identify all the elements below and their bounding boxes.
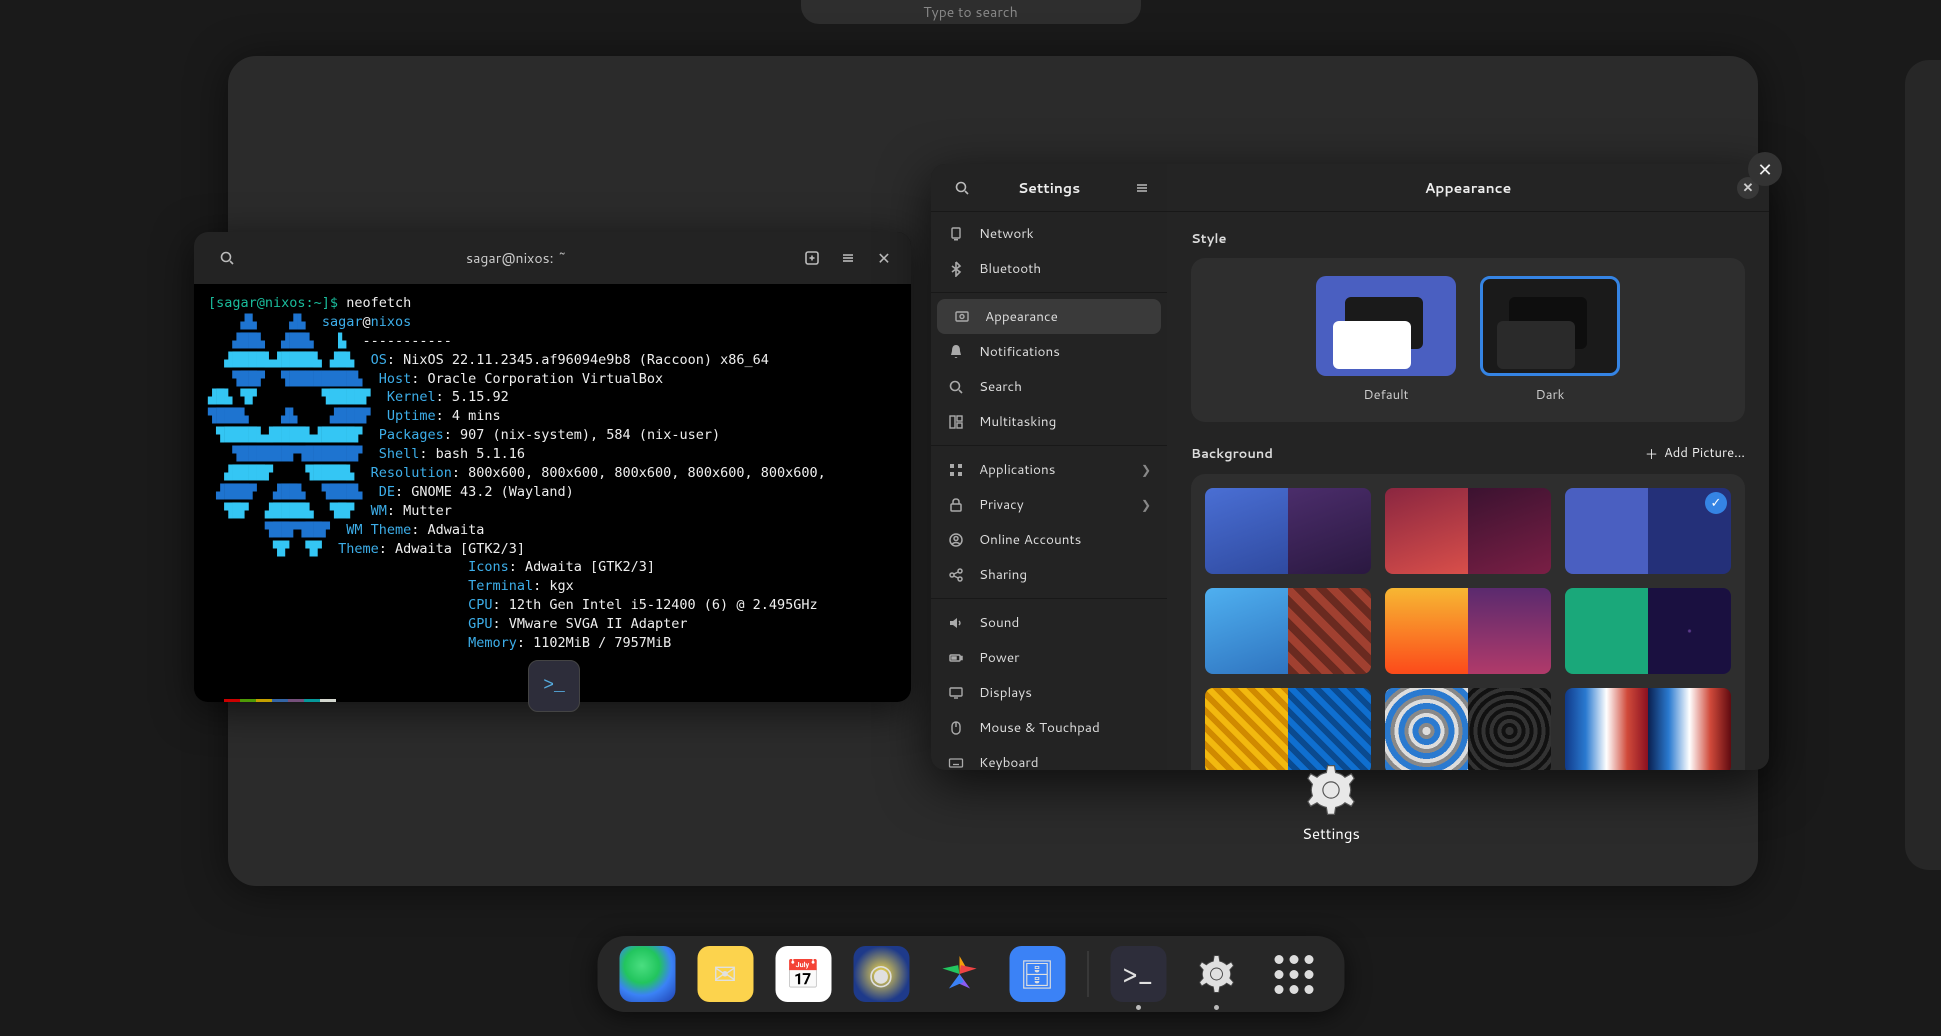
sidebar-item-online-accounts[interactable]: Online Accounts bbox=[931, 522, 1167, 557]
background-tile-8[interactable] bbox=[1565, 688, 1731, 770]
background-tile-1[interactable] bbox=[1385, 488, 1551, 574]
mouse-icon bbox=[947, 719, 965, 737]
settings-window[interactable]: Settings NetworkBluetoothAppearanceNotif… bbox=[931, 164, 1769, 770]
sidebar-item-multitasking[interactable]: Multitasking bbox=[931, 404, 1167, 439]
sidebar-item-privacy[interactable]: Privacy❯ bbox=[931, 487, 1167, 522]
chevron-right-icon: ❯ bbox=[1141, 461, 1151, 478]
dock-photos[interactable] bbox=[931, 946, 987, 1002]
sidebar-item-applications[interactable]: Applications❯ bbox=[931, 452, 1167, 487]
dock-show-apps[interactable] bbox=[1266, 946, 1322, 1002]
search-placeholder: Type to search bbox=[923, 2, 1018, 22]
dock-settings[interactable] bbox=[1188, 946, 1244, 1002]
terminal-menu-button[interactable] bbox=[833, 243, 863, 273]
dock-separator bbox=[1087, 951, 1088, 997]
dock-calendar[interactable]: 📅 bbox=[775, 946, 831, 1002]
background-tile-3[interactable] bbox=[1205, 588, 1371, 674]
sound-icon bbox=[947, 614, 965, 632]
sidebar-item-displays[interactable]: Displays bbox=[931, 675, 1167, 710]
workspace-next-peek[interactable] bbox=[1905, 60, 1941, 870]
dock-music[interactable]: ◉ bbox=[853, 946, 909, 1002]
background-heading: Background bbox=[1191, 445, 1273, 463]
settings-main-title: Appearance bbox=[1425, 178, 1512, 198]
background-tile-2[interactable]: ✓ bbox=[1565, 488, 1731, 574]
sidebar-item-mouse-touchpad[interactable]: Mouse & Touchpad bbox=[931, 710, 1167, 745]
background-tile-5[interactable] bbox=[1565, 588, 1731, 674]
terminal-overview-icon[interactable]: >_ bbox=[528, 660, 580, 712]
settings-sidebar-title: Settings bbox=[977, 178, 1121, 198]
search-icon bbox=[947, 378, 965, 396]
terminal-title: sagar@nixos: ~ bbox=[242, 248, 791, 268]
background-tile-4[interactable] bbox=[1385, 588, 1551, 674]
sidebar-item-notifications[interactable]: Notifications bbox=[931, 334, 1167, 369]
dock: ✉ 📅 ◉ 🗄 >_ bbox=[597, 936, 1344, 1012]
terminal-search-button[interactable] bbox=[212, 243, 242, 273]
apps-icon bbox=[947, 461, 965, 479]
check-icon: ✓ bbox=[1705, 492, 1727, 514]
background-tile-6[interactable] bbox=[1205, 688, 1371, 770]
settings-overview-icon[interactable]: Settings bbox=[1302, 761, 1360, 844]
power-icon bbox=[947, 649, 965, 667]
window-close-badge[interactable]: ✕ bbox=[1748, 152, 1782, 186]
style-option-dark[interactable]: Dark bbox=[1480, 276, 1620, 404]
sidebar-item-network[interactable]: Network bbox=[931, 216, 1167, 251]
global-search[interactable]: Type to search bbox=[801, 0, 1141, 24]
sidebar-item-power[interactable]: Power bbox=[931, 640, 1167, 675]
add-picture-button[interactable]: ＋ Add Picture… bbox=[1645, 444, 1745, 464]
style-heading: Style bbox=[1191, 230, 1745, 248]
terminal-window[interactable]: sagar@nixos: ~ ✕ [sagar@nixos:~]$ neofet… bbox=[194, 232, 911, 702]
gear-icon bbox=[1302, 761, 1360, 819]
settings-menu-button[interactable] bbox=[1127, 173, 1157, 203]
dock-web-browser[interactable] bbox=[619, 946, 675, 1002]
terminal-output[interactable]: [sagar@nixos:~]$ neofetch ▟▙ ▟▙ sagar@ni… bbox=[194, 284, 911, 702]
chevron-right-icon: ❯ bbox=[1141, 496, 1151, 513]
background-grid: ✓ bbox=[1191, 474, 1745, 770]
dock-mail[interactable]: ✉ bbox=[697, 946, 753, 1002]
sidebar-item-sound[interactable]: Sound bbox=[931, 605, 1167, 640]
sidebar-item-appearance[interactable]: Appearance bbox=[937, 299, 1161, 334]
dock-files[interactable]: 🗄 bbox=[1009, 946, 1065, 1002]
appearance-icon bbox=[953, 308, 971, 326]
terminal-new-tab-button[interactable] bbox=[797, 243, 827, 273]
style-card: DefaultDark bbox=[1191, 258, 1745, 422]
style-option-default[interactable]: Default bbox=[1316, 276, 1456, 404]
settings-sidebar: Settings NetworkBluetooth AppearanceNotif… bbox=[931, 164, 1167, 770]
sidebar-item-bluetooth[interactable]: Bluetooth bbox=[931, 251, 1167, 286]
lock-icon bbox=[947, 496, 965, 514]
displays-icon bbox=[947, 684, 965, 702]
sidebar-item-keyboard[interactable]: Keyboard bbox=[931, 745, 1167, 770]
background-tile-7[interactable] bbox=[1385, 688, 1551, 770]
settings-overview-label: Settings bbox=[1302, 823, 1360, 844]
multitask-icon bbox=[947, 413, 965, 431]
terminal-close-button[interactable]: ✕ bbox=[869, 243, 899, 273]
network-icon bbox=[947, 225, 965, 243]
dock-terminal[interactable]: >_ bbox=[1110, 946, 1166, 1002]
sidebar-item-sharing[interactable]: Sharing bbox=[931, 557, 1167, 592]
settings-search-button[interactable] bbox=[947, 173, 977, 203]
sidebar-item-search[interactable]: Search bbox=[931, 369, 1167, 404]
background-tile-0[interactable] bbox=[1205, 488, 1371, 574]
bell-icon bbox=[947, 343, 965, 361]
keyboard-icon bbox=[947, 754, 965, 771]
sharing-icon bbox=[947, 566, 965, 584]
bluetooth-icon bbox=[947, 260, 965, 278]
accounts-icon bbox=[947, 531, 965, 549]
